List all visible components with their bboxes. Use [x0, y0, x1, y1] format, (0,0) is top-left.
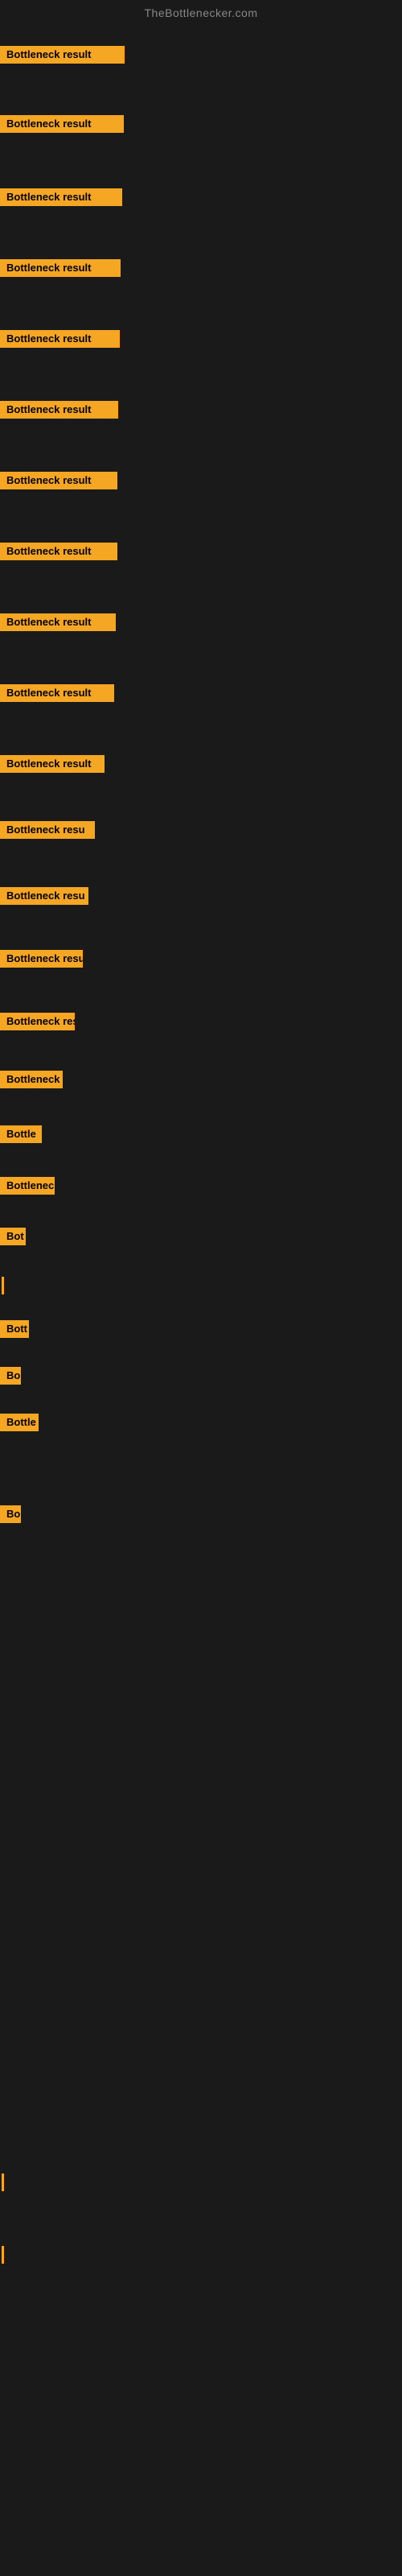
- bottleneck-bar-21: Bott: [0, 1320, 29, 1338]
- bottleneck-bar-2: Bottleneck result: [0, 115, 124, 133]
- site-title: TheBottlenecker.com: [0, 0, 402, 23]
- bottleneck-bar-23: Bottle: [0, 1414, 39, 1431]
- bottleneck-bar-19: Bot: [0, 1228, 26, 1245]
- bottleneck-bar-bottom-2: [2, 2246, 4, 2264]
- bottleneck-bar-7: Bottleneck result: [0, 472, 117, 489]
- bottleneck-bar-1: Bottleneck result: [0, 46, 125, 64]
- bottleneck-bar-3: Bottleneck result: [0, 188, 122, 206]
- bottleneck-bar-8: Bottleneck result: [0, 543, 117, 560]
- page-wrapper: TheBottlenecker.com Bottleneck result Bo…: [0, 0, 402, 2576]
- bottleneck-bar-6: Bottleneck result: [0, 401, 118, 419]
- bottleneck-bar-22: Bo: [0, 1367, 21, 1385]
- bottleneck-bar-18: Bottlenec: [0, 1177, 55, 1195]
- bottleneck-bar-15: Bottleneck res: [0, 1013, 75, 1030]
- bottleneck-bar-13: Bottleneck resu: [0, 887, 88, 905]
- bottleneck-bar-9: Bottleneck result: [0, 613, 116, 631]
- bottleneck-bar-4: Bottleneck result: [0, 259, 121, 277]
- bottleneck-bar-bottom-1: [2, 2174, 4, 2191]
- bottleneck-bar-24: Bo: [0, 1505, 21, 1523]
- bottleneck-bar-5: Bottleneck result: [0, 330, 120, 348]
- bottleneck-bar-17: Bottle: [0, 1125, 42, 1143]
- bottleneck-bar-12: Bottleneck resu: [0, 821, 95, 839]
- bottleneck-bar-10: Bottleneck result: [0, 684, 114, 702]
- bottleneck-bar-20: [2, 1277, 4, 1294]
- bottleneck-bar-14: Bottleneck resu: [0, 950, 83, 968]
- bottleneck-bar-16: Bottleneck: [0, 1071, 63, 1088]
- bottleneck-bar-11: Bottleneck result: [0, 755, 105, 773]
